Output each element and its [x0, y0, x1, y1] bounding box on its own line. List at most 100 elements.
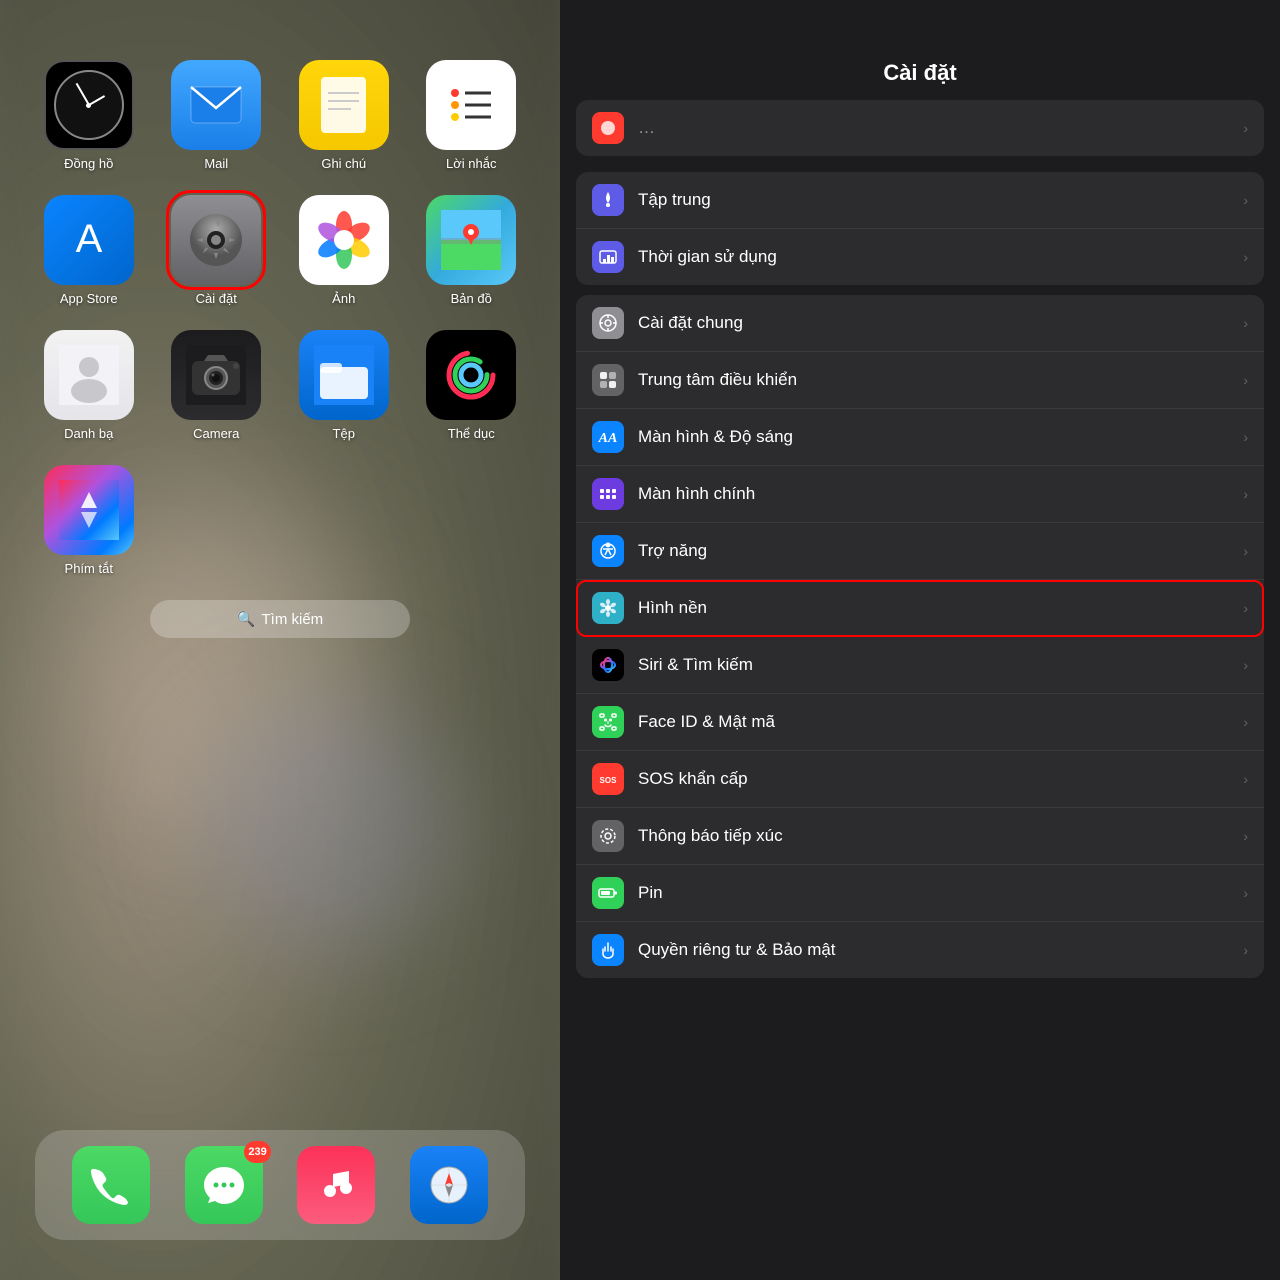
faceid-icon	[592, 706, 624, 738]
settings-row-faceid[interactable]: Face ID & Mật mã ›	[576, 694, 1264, 751]
settings-section-top-partial: … ›	[576, 100, 1264, 156]
maps-label: Bản đồ	[451, 291, 492, 306]
fitness-icon	[426, 330, 516, 420]
appstore-label: App Store	[60, 291, 118, 306]
app-reminders[interactable]: Lời nhắc	[413, 60, 531, 171]
focus-chevron: ›	[1243, 192, 1248, 208]
notes-label: Ghi chú	[321, 156, 366, 171]
app-grid-row1: Đồng hồ Mail	[30, 60, 530, 171]
app-shortcuts[interactable]: Phím tắt	[30, 465, 148, 576]
app-mail[interactable]: Mail	[158, 60, 276, 171]
app-settings[interactable]: Cài đặt	[158, 195, 276, 306]
app-appstore[interactable]: A App Store	[30, 195, 148, 306]
app-grid-row2: A App Store	[30, 195, 530, 306]
battery-icon	[592, 877, 624, 909]
accessibility-label: Trợ năng	[638, 541, 1243, 561]
app-photos[interactable]: Ảnh	[285, 195, 403, 306]
scrolled-section-top: … ›	[560, 96, 1280, 172]
app-maps[interactable]: Bản đồ	[413, 195, 531, 306]
exposure-label: Thông báo tiếp xúc	[638, 826, 1243, 846]
settings-row-controlcenter[interactable]: Trung tâm điều khiển ›	[576, 352, 1264, 409]
homescreen-chevron: ›	[1243, 486, 1248, 502]
reminders-icon	[426, 60, 516, 150]
settings-row-screentime[interactable]: Thời gian sử dụng ›	[576, 229, 1264, 285]
exposure-chevron: ›	[1243, 828, 1248, 844]
safari-icon	[410, 1146, 488, 1224]
wallpaper-icon	[592, 592, 624, 624]
wallpaper-chevron: ›	[1243, 600, 1248, 616]
accessibility-chevron: ›	[1243, 543, 1248, 559]
settings-row-siri[interactable]: Siri & Tìm kiếm ›	[576, 637, 1264, 694]
svg-text:A: A	[75, 217, 102, 261]
battery-label: Pin	[638, 883, 1243, 903]
clock-icon	[44, 60, 134, 150]
privacy-icon	[592, 934, 624, 966]
camera-icon	[171, 330, 261, 420]
settings-row-privacy[interactable]: Quyền riêng tư & Bảo mật ›	[576, 922, 1264, 978]
app-camera[interactable]: Camera	[158, 330, 276, 441]
display-chevron: ›	[1243, 429, 1248, 445]
settings-row-focus[interactable]: Tập trung ›	[576, 172, 1264, 229]
faceid-chevron: ›	[1243, 714, 1248, 730]
app-clock[interactable]: Đồng hồ	[30, 60, 148, 171]
settings-icon	[171, 195, 261, 285]
mail-label: Mail	[204, 156, 228, 171]
dock-messages[interactable]: 239	[185, 1146, 263, 1224]
blur-spot-2	[200, 700, 450, 950]
svg-text:SOS: SOS	[600, 776, 618, 785]
files-icon	[299, 330, 389, 420]
contacts-label: Danh bạ	[64, 426, 113, 441]
app-contacts[interactable]: Danh bạ	[30, 330, 148, 441]
settings-row-battery[interactable]: Pin ›	[576, 865, 1264, 922]
general-chevron: ›	[1243, 315, 1248, 331]
screentime-label: Thời gian sử dụng	[638, 247, 1243, 267]
camera-label: Camera	[193, 426, 239, 441]
settings-row-exposure[interactable]: Thông báo tiếp xúc ›	[576, 808, 1264, 865]
maps-icon	[426, 195, 516, 285]
sos-label: SOS khẩn cấp	[638, 769, 1243, 789]
settings-section-1: Tập trung › Thời gian sử dụng ›	[576, 172, 1264, 285]
fitness-label: Thể dục	[448, 426, 495, 441]
exposure-icon	[592, 820, 624, 852]
wallpaper-label: Hình nền	[638, 598, 1243, 618]
dock: 239	[35, 1130, 525, 1240]
homescreen-label: Màn hình chính	[638, 484, 1243, 504]
app-grid-row3: Danh bạ Camera	[30, 330, 530, 441]
settings-row-homescreen[interactable]: Màn hình chính ›	[576, 466, 1264, 523]
settings-row-partial-top[interactable]: … ›	[576, 100, 1264, 156]
display-icon: AA	[592, 421, 624, 453]
privacy-chevron: ›	[1243, 942, 1248, 958]
app-files[interactable]: Tệp	[285, 330, 403, 441]
settings-title: Cài đặt	[883, 60, 956, 85]
files-label: Tệp	[333, 426, 355, 441]
settings-header: Cài đặt	[560, 0, 1280, 96]
svg-text:AA: AA	[598, 431, 617, 446]
settings-row-wallpaper[interactable]: Hình nền ›	[576, 580, 1264, 637]
search-bar[interactable]: 🔍 Tìm kiếm	[150, 600, 410, 638]
sos-chevron: ›	[1243, 771, 1248, 787]
settings-row-general[interactable]: Cài đặt chung ›	[576, 295, 1264, 352]
dock-music[interactable]	[297, 1146, 375, 1224]
shortcuts-label: Phím tắt	[65, 561, 113, 576]
settings-row-display[interactable]: AA Màn hình & Độ sáng ›	[576, 409, 1264, 466]
shortcuts-icon	[44, 465, 134, 555]
settings-list: Tập trung › Thời gian sử dụng ›	[560, 172, 1280, 1280]
search-icon: 🔍	[237, 610, 256, 628]
dock-phone[interactable]	[72, 1146, 150, 1224]
home-screen: Đồng hồ Mail	[0, 0, 560, 1280]
app-fitness[interactable]: Thể dục	[413, 330, 531, 441]
app-notes[interactable]: Ghi chú	[285, 60, 403, 171]
appstore-icon: A	[44, 195, 134, 285]
general-icon	[592, 307, 624, 339]
mail-icon	[171, 60, 261, 150]
app-grid-row4: Phím tắt	[30, 465, 530, 576]
clock-label: Đồng hồ	[64, 156, 113, 171]
settings-row-sos[interactable]: SOS SOS khẩn cấp ›	[576, 751, 1264, 808]
chevron-icon: ›	[1243, 120, 1248, 136]
focus-icon	[592, 184, 624, 216]
controlcenter-icon	[592, 364, 624, 396]
settings-row-accessibility[interactable]: Trợ năng ›	[576, 523, 1264, 580]
dock-safari[interactable]	[410, 1146, 488, 1224]
faceid-label: Face ID & Mật mã	[638, 712, 1243, 732]
siri-icon	[592, 649, 624, 681]
